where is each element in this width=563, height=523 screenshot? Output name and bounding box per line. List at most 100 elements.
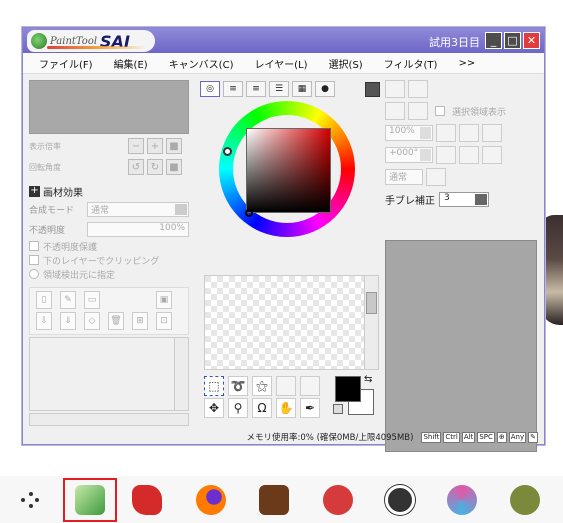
undo-icon[interactable]	[385, 80, 405, 98]
view-mode-select[interactable]: 通常	[385, 169, 423, 185]
layer-properties-icon[interactable]: ⊡	[156, 312, 172, 330]
space-key-indicator: SPC	[477, 431, 495, 443]
saturation-value-square[interactable]	[246, 128, 331, 213]
eyedropper-tool-icon[interactable]: ✒	[300, 398, 320, 418]
show-selection-label: 選択領域表示	[452, 107, 507, 118]
rotate-tool-icon[interactable]: Ω	[252, 398, 272, 418]
sv-cursor[interactable]	[245, 209, 253, 217]
pink-brush-app-button[interactable]	[442, 480, 482, 520]
obs-button[interactable]	[380, 480, 420, 520]
magic-wand-tool-icon[interactable]: ⚝	[252, 376, 272, 396]
scratchpad-scrollbar[interactable]	[364, 276, 378, 369]
expand-plus-icon[interactable]: +	[29, 186, 40, 197]
stabilizer-value: 3	[444, 193, 450, 203]
new-layer-icon[interactable]: ▯	[36, 291, 52, 309]
layer-list-hscrollbar[interactable]	[29, 413, 189, 426]
menu-more[interactable]: >>	[458, 58, 475, 69]
red-paint-app-button[interactable]	[127, 480, 167, 520]
brush-texture-section[interactable]: + 画材効果	[29, 184, 195, 199]
rgb-slider-tab[interactable]: ≡	[223, 81, 243, 97]
rotate-ccw-icon[interactable]	[436, 146, 456, 164]
toggle-panel-icon[interactable]	[365, 82, 380, 97]
clipping-row[interactable]: 下のレイヤーでクリッピング	[29, 253, 195, 267]
hsv-slider-tab[interactable]: ≡	[246, 81, 266, 97]
transfer-down-icon[interactable]: ⇩	[36, 312, 52, 330]
preserve-opacity-row[interactable]: 不透明度保護	[29, 239, 195, 253]
new-linework-layer-icon[interactable]: ✎	[60, 291, 76, 309]
flip-view-icon[interactable]	[426, 168, 446, 186]
preserve-opacity-checkbox[interactable]	[29, 241, 39, 251]
scratchpad-tab[interactable]: ●	[315, 81, 335, 97]
opacity-slider[interactable]: 100%	[87, 221, 189, 237]
left-panel: 表示倍率 − + ■ 回転角度 ↺ ↻ ■ + 画材効果 合成モード 通常 不透…	[29, 80, 195, 426]
close-button[interactable]: ✕	[523, 32, 540, 49]
zoom-plus-icon[interactable]	[459, 124, 479, 142]
merge-visible-icon[interactable]: ⊞	[132, 312, 148, 330]
scratchpad[interactable]	[204, 275, 379, 370]
new-folder-icon[interactable]: ▭	[84, 291, 100, 309]
scrollbar-thumb[interactable]	[366, 292, 377, 314]
minimize-button[interactable]: _	[485, 32, 502, 49]
zoom-out-icon[interactable]: −	[128, 138, 144, 154]
rotate-cw-icon[interactable]	[459, 146, 479, 164]
rect-select-tool-icon[interactable]: ⬚	[204, 376, 224, 396]
brown-app-button[interactable]	[254, 480, 294, 520]
merge-down-icon[interactable]: ⇓	[60, 312, 76, 330]
clear-layer-icon[interactable]: ◇	[84, 312, 100, 330]
layer-list-scrollbar[interactable]	[174, 338, 188, 410]
apps-launcher-button[interactable]	[9, 480, 49, 520]
red-triangle-app-icon	[323, 485, 353, 515]
rotate-right-icon[interactable]: ↻	[147, 159, 163, 175]
zoom-reset-icon[interactable]: ■	[166, 138, 182, 154]
title-bar[interactable]: PaintTool SAI 試用3日目 _ □ ✕	[23, 28, 544, 53]
clipping-checkbox[interactable]	[29, 255, 39, 265]
move-tool-icon[interactable]: ✥	[204, 398, 224, 418]
rotate-left-icon[interactable]: ↺	[128, 159, 144, 175]
menu-file[interactable]: ファイル(F)	[39, 56, 93, 71]
painttool-sai-icon	[75, 485, 105, 515]
menu-filter[interactable]: フィルタ(T)	[384, 56, 438, 71]
mixer-tab[interactable]: ☰	[269, 81, 289, 97]
rotate-zero-icon[interactable]	[482, 146, 502, 164]
zoom-tool-icon[interactable]: ⚲	[228, 398, 248, 418]
lasso-tool-icon[interactable]: ➰	[228, 376, 248, 396]
gimp-button[interactable]	[505, 480, 545, 520]
selection-source-radio[interactable]	[29, 269, 39, 279]
painttool-sai-taskbar-button[interactable]	[63, 478, 117, 522]
swatches-tab[interactable]: ▦	[292, 81, 312, 97]
angle-select[interactable]: +000°	[385, 147, 433, 163]
swap-colors-icon[interactable]: ⇆	[364, 374, 372, 385]
navigator-preview[interactable]	[29, 80, 189, 134]
hue-cursor[interactable]	[223, 147, 232, 156]
logo-swoosh	[47, 46, 147, 49]
deselect-icon[interactable]	[385, 102, 405, 120]
redo-icon[interactable]	[408, 80, 428, 98]
canvas-area[interactable]	[385, 240, 537, 452]
selection-source-row[interactable]: 領域検出元に指定	[29, 267, 195, 281]
color-tool-panel: ◎ ≡ ≡ ☰ ▦ ● ⬚ ➰ ⚝ ✥ ⚲ Ω ✋ ✒ ⇆	[200, 80, 379, 420]
menu-edit[interactable]: 編集(E)	[114, 56, 148, 71]
show-selection-checkbox[interactable]	[435, 106, 445, 116]
foreground-color-swatch[interactable]	[335, 376, 361, 402]
zoom-in-icon[interactable]: +	[147, 138, 163, 154]
delete-layer-icon[interactable]: 🗑	[108, 312, 124, 330]
menu-layer[interactable]: レイヤー(L)	[254, 56, 307, 71]
hand-tool-icon[interactable]: ✋	[276, 398, 296, 418]
menu-selection[interactable]: 選択(S)	[329, 56, 363, 71]
menu-canvas[interactable]: キャンバス(C)	[169, 56, 234, 71]
maximize-button[interactable]: □	[504, 32, 521, 49]
zoom-fit-icon[interactable]	[482, 124, 502, 142]
color-wheel-tab[interactable]: ◎	[200, 81, 220, 97]
zoom-select[interactable]: 100%	[385, 125, 433, 141]
stabilizer-select[interactable]: 3	[439, 192, 489, 207]
invert-selection-icon[interactable]	[408, 102, 428, 120]
blend-mode-select[interactable]: 通常	[87, 201, 189, 217]
layer-list[interactable]	[29, 337, 189, 411]
view-mode-value: 通常	[389, 173, 408, 183]
reset-colors-icon[interactable]	[333, 404, 343, 414]
zoom-minus-icon[interactable]	[436, 124, 456, 142]
rotate-reset-icon[interactable]: ■	[166, 159, 182, 175]
layer-mask-icon[interactable]: ▣	[156, 291, 172, 309]
firefox-button[interactable]	[191, 480, 231, 520]
red-triangle-app-button[interactable]	[318, 480, 358, 520]
